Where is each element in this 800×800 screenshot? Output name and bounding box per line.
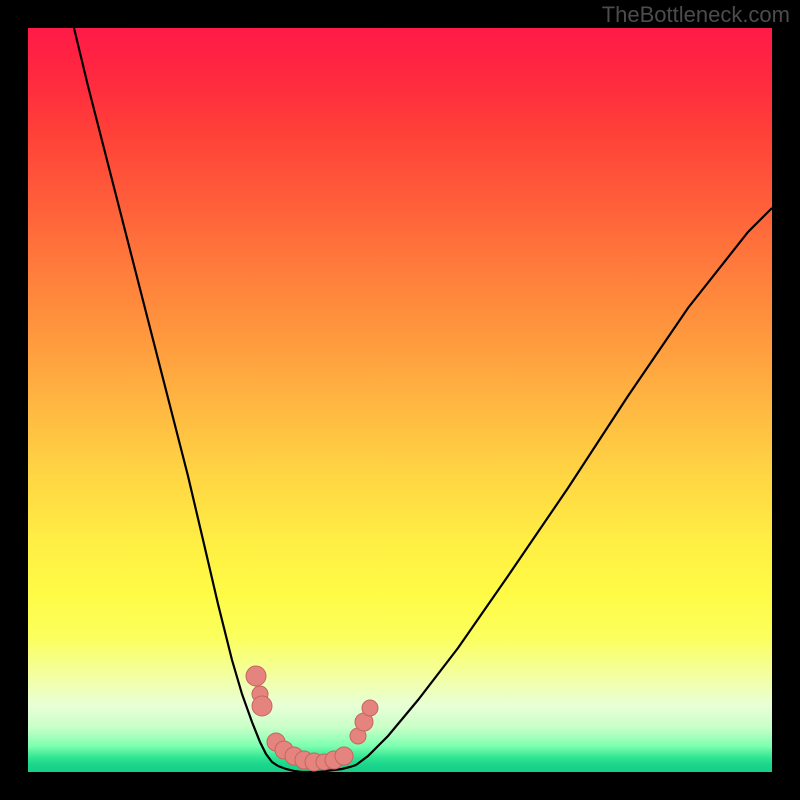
data-marker — [246, 666, 266, 686]
chart-frame: TheBottleneck.com — [0, 0, 800, 800]
watermark-text: TheBottleneck.com — [602, 2, 790, 28]
plot-area — [28, 28, 772, 772]
right-branch-curve — [356, 208, 772, 765]
data-marker — [335, 747, 353, 765]
left-branch-curve — [74, 28, 278, 766]
data-marker — [362, 700, 378, 716]
curve-overlay — [28, 28, 772, 772]
data-marker — [252, 696, 272, 716]
